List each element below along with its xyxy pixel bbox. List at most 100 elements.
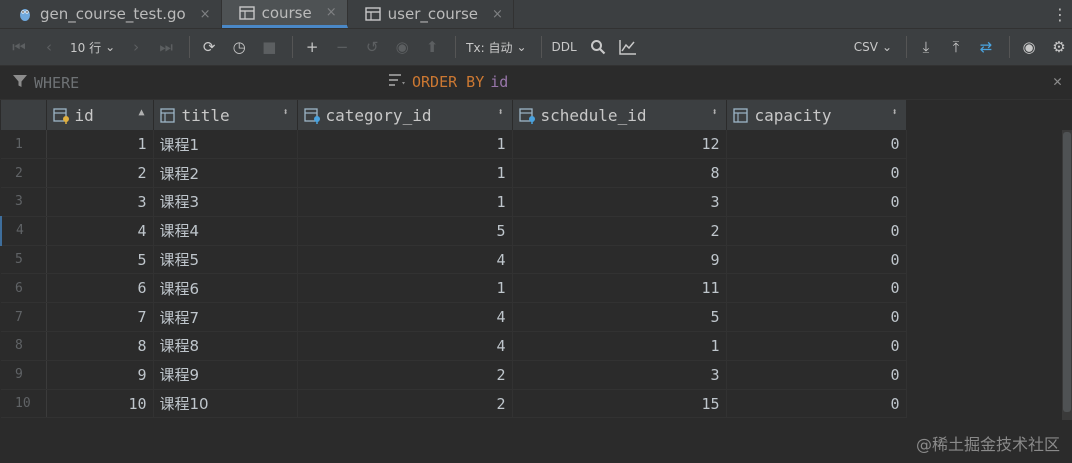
table-row[interactable]: 8 8 课程8 4 1 0 xyxy=(1,331,907,361)
table-row[interactable]: 4 4 课程4 5 2 0 xyxy=(0,216,907,246)
cell-schedule-id[interactable]: 15 xyxy=(512,389,727,419)
cell-category-id[interactable]: 1 xyxy=(297,158,513,189)
cell-schedule-id[interactable]: 2 xyxy=(512,216,727,246)
cell-schedule-id[interactable]: 3 xyxy=(512,360,727,390)
cell-schedule-id[interactable]: 1 xyxy=(512,331,727,361)
download-icon[interactable]: ⤓ xyxy=(913,34,939,60)
compare-icon[interactable]: ⇄ xyxy=(973,34,999,60)
refresh-icon[interactable]: ⟳ xyxy=(196,34,222,60)
table-row[interactable]: 9 9 课程9 2 3 0 xyxy=(1,360,907,390)
table-row[interactable]: 7 7 课程7 4 5 0 xyxy=(1,302,907,333)
cell-category-id[interactable]: 1 xyxy=(297,130,513,160)
cell-title[interactable]: 课程2 xyxy=(153,158,298,189)
cell-id[interactable]: 6 xyxy=(46,273,154,304)
export-format-select[interactable]: CSV ⌄ xyxy=(850,34,896,60)
cell-id[interactable]: 10 xyxy=(46,389,154,419)
tab-gen-course-test[interactable]: gen_course_test.go × xyxy=(0,0,222,28)
cell-schedule-id[interactable]: 12 xyxy=(512,130,727,160)
column-header-capacity[interactable]: capacity ⬍ xyxy=(726,100,907,130)
table-row[interactable]: 5 5 课程5 4 9 0 xyxy=(1,245,907,275)
revert-icon[interactable]: ↺ xyxy=(359,34,385,60)
cell-category-id[interactable]: 5 xyxy=(297,216,513,246)
chart-icon[interactable] xyxy=(615,34,641,60)
cell-capacity[interactable]: 0 xyxy=(726,130,907,160)
cell-schedule-id[interactable]: 8 xyxy=(512,158,727,189)
ddl-button[interactable]: DDL xyxy=(548,34,581,60)
table-row[interactable]: 1 1 课程1 1 12 0 xyxy=(1,130,907,160)
sort-toggle-icon[interactable]: ⬍ xyxy=(282,107,288,118)
table-row[interactable]: 6 6 课程6 1 11 0 xyxy=(1,273,907,304)
page-size-select[interactable]: 10 行 ⌄ xyxy=(66,34,119,60)
cell-capacity[interactable]: 0 xyxy=(726,273,907,304)
tab-user-course[interactable]: user_course × xyxy=(348,0,514,28)
close-icon[interactable]: × xyxy=(200,7,211,22)
more-options-icon[interactable]: ⋮ xyxy=(1048,0,1072,28)
cell-category-id[interactable]: 2 xyxy=(297,360,513,390)
cell-capacity[interactable]: 0 xyxy=(726,245,907,275)
close-icon[interactable]: × xyxy=(326,5,337,20)
cell-id[interactable]: 7 xyxy=(46,302,154,333)
transaction-mode-select[interactable]: Tx: 自动 ⌄ xyxy=(462,34,530,60)
cell-id[interactable]: 8 xyxy=(46,331,154,361)
cell-title[interactable]: 课程5 xyxy=(153,245,298,275)
add-row-icon[interactable]: + xyxy=(299,34,325,60)
cell-id[interactable]: 2 xyxy=(46,158,154,189)
column-header-category-id[interactable]: category_id ⬍ xyxy=(297,100,513,130)
cell-schedule-id[interactable]: 9 xyxy=(512,245,727,275)
cell-title[interactable]: 课程1 xyxy=(153,130,298,160)
column-header-schedule-id[interactable]: schedule_id ⬍ xyxy=(512,100,727,130)
column-header-title[interactable]: title ⬍ xyxy=(153,100,298,130)
stop-icon[interactable]: ■ xyxy=(256,34,282,60)
cell-capacity[interactable]: 0 xyxy=(726,158,907,189)
cell-capacity[interactable]: 0 xyxy=(726,360,907,390)
close-icon[interactable]: × xyxy=(492,7,503,22)
table-row[interactable]: 2 2 课程2 1 8 0 xyxy=(1,158,907,189)
cell-title[interactable]: 课程4 xyxy=(153,216,298,246)
cell-capacity[interactable]: 0 xyxy=(726,216,907,246)
upload-icon[interactable]: ⤒ xyxy=(943,34,969,60)
cell-capacity[interactable]: 0 xyxy=(726,187,907,217)
sort-ascending-icon[interactable]: ▲ xyxy=(138,107,144,118)
cell-category-id[interactable]: 4 xyxy=(297,302,513,333)
sort-toggle-icon[interactable]: ⬍ xyxy=(497,107,503,118)
history-icon[interactable]: ◷ xyxy=(226,34,252,60)
cell-id[interactable]: 4 xyxy=(46,216,154,246)
cell-category-id[interactable]: 1 xyxy=(297,187,513,217)
cell-title[interactable]: 课程7 xyxy=(153,302,298,333)
where-filter[interactable]: WHERE xyxy=(12,73,79,93)
table-row[interactable]: 3 3 课程3 1 3 0 xyxy=(1,187,907,217)
last-page-icon[interactable]: ⏭ xyxy=(153,34,179,60)
gear-icon[interactable]: ⚙ xyxy=(1046,34,1072,60)
next-page-icon[interactable]: › xyxy=(123,34,149,60)
cell-schedule-id[interactable]: 5 xyxy=(512,302,727,333)
search-icon[interactable] xyxy=(585,34,611,60)
cell-title[interactable]: 课程9 xyxy=(153,360,298,390)
close-icon[interactable]: ✕ xyxy=(1053,72,1062,90)
preview-pending-icon[interactable]: ◉ xyxy=(389,34,415,60)
cell-category-id[interactable]: 4 xyxy=(297,245,513,275)
first-page-icon[interactable]: ⏮ xyxy=(6,34,32,60)
cell-id[interactable]: 1 xyxy=(46,130,154,160)
tab-course[interactable]: course × xyxy=(221,0,348,28)
cell-id[interactable]: 5 xyxy=(46,245,154,275)
view-icon[interactable]: ◉ xyxy=(1016,34,1042,60)
cell-category-id[interactable]: 2 xyxy=(297,389,513,419)
cell-schedule-id[interactable]: 3 xyxy=(512,187,727,217)
cell-capacity[interactable]: 0 xyxy=(726,389,907,419)
submit-icon[interactable]: ⬆ xyxy=(419,34,445,60)
scrollbar-thumb[interactable] xyxy=(1063,132,1071,412)
sort-toggle-icon[interactable]: ⬍ xyxy=(711,107,717,118)
cell-capacity[interactable]: 0 xyxy=(726,302,907,333)
cell-category-id[interactable]: 4 xyxy=(297,331,513,361)
table-row[interactable]: 10 10 课程10 2 15 0 xyxy=(1,389,907,419)
column-header-id[interactable]: id ▲ xyxy=(46,100,154,130)
cell-schedule-id[interactable]: 11 xyxy=(512,273,727,304)
delete-row-icon[interactable]: − xyxy=(329,34,355,60)
cell-title[interactable]: 课程3 xyxy=(153,187,298,217)
cell-title[interactable]: 课程6 xyxy=(153,273,298,304)
cell-id[interactable]: 3 xyxy=(46,187,154,217)
order-by-filter[interactable]: ORDER BY id xyxy=(388,73,508,91)
cell-capacity[interactable]: 0 xyxy=(726,331,907,361)
cell-id[interactable]: 9 xyxy=(46,360,154,390)
cell-category-id[interactable]: 1 xyxy=(297,273,513,304)
